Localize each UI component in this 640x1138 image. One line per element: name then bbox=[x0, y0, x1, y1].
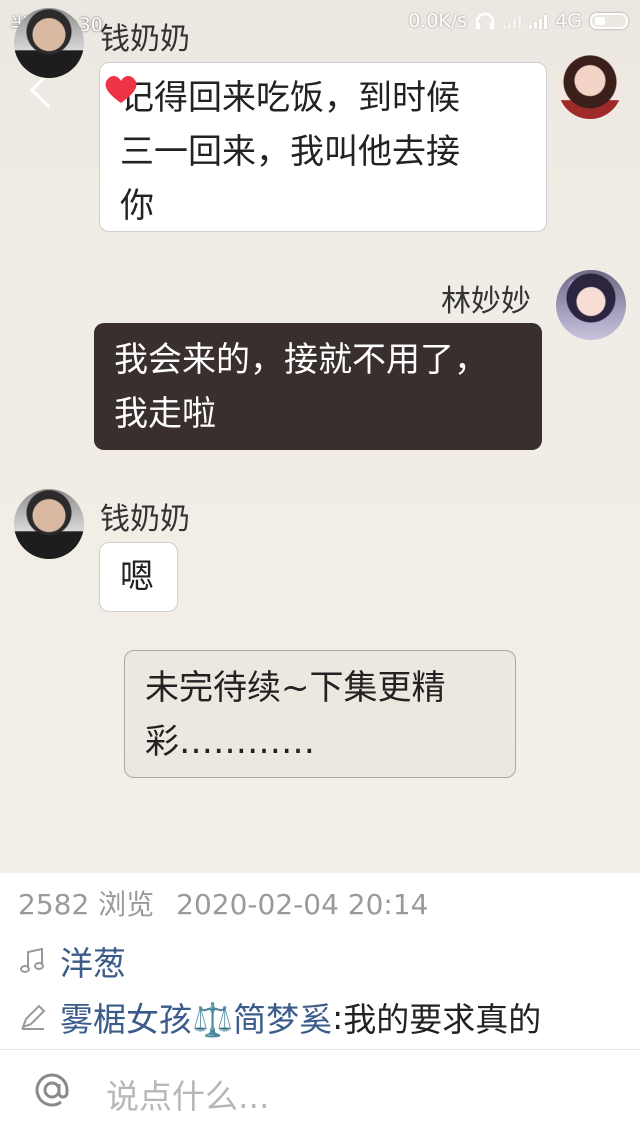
status-right: 0.0K/s 4G bbox=[408, 10, 628, 32]
music-note-icon bbox=[20, 947, 44, 973]
message-bubble-3[interactable]: 嗯 bbox=[99, 542, 178, 612]
view-count: 2582 浏览 bbox=[18, 888, 155, 921]
to-be-continued-note: 未完待续~下集更精 彩………… bbox=[124, 650, 516, 778]
status-bar: 半夜12:30 0.0K/s 4G bbox=[0, 0, 640, 44]
avatar-qian-nainai[interactable] bbox=[14, 489, 84, 559]
comment-author[interactable]: 雾椐女孩⚖️简梦奚 bbox=[60, 993, 332, 1041]
message-bubble-1[interactable]: 记得回来吃饭，到时候 三一回来，我叫他去接 你 bbox=[99, 62, 547, 232]
comment-row[interactable]: 雾椐女孩⚖️简梦奚: 我的要求真的 bbox=[18, 993, 541, 1041]
pencil-icon bbox=[21, 1004, 46, 1030]
sender-name: 林妙妙 bbox=[441, 284, 531, 319]
message-bubble-2[interactable]: 我会来的，接就不用了， 我走啦 bbox=[94, 323, 542, 450]
signal-2-icon bbox=[529, 13, 548, 29]
battery-icon bbox=[590, 13, 628, 29]
post-footer: 2582 浏览 2020-02-04 20:14 洋葱 雾椐女孩⚖️简梦奚: 我的… bbox=[0, 873, 640, 1138]
comment-separator: : bbox=[332, 997, 344, 1037]
avatar-qian-nainai[interactable] bbox=[14, 8, 84, 78]
message-line: 你 bbox=[120, 186, 154, 226]
music-title[interactable]: 洋葱 bbox=[60, 937, 126, 985]
message-line: 三一回来，我叫他去接 bbox=[120, 132, 460, 172]
comment-text: 我的要求真的 bbox=[343, 1000, 542, 1039]
chat-area: 半夜12:30 0.0K/s 4G 钱奶奶 记得回来吃饭，到时候 三一回来，我叫… bbox=[0, 0, 640, 873]
avatar-lin-miaomiao[interactable] bbox=[556, 270, 626, 340]
note-line: 未完待续~下集更精 bbox=[145, 668, 446, 708]
message-line: 我会来的，接就不用了， bbox=[114, 340, 488, 380]
avatar-viewer[interactable] bbox=[558, 55, 622, 119]
comment-input[interactable]: 说点什么... bbox=[106, 1070, 269, 1118]
post-datetime: 2020-02-04 20:14 bbox=[176, 888, 429, 921]
comment-input-bar[interactable]: 说点什么... bbox=[0, 1050, 640, 1138]
at-icon[interactable] bbox=[32, 1070, 72, 1110]
net-speed: 0.0K/s bbox=[408, 10, 468, 32]
message-line: 我走啦 bbox=[114, 394, 216, 434]
note-line: 彩………… bbox=[145, 722, 315, 762]
headphone-icon bbox=[475, 12, 495, 29]
heart-icon[interactable] bbox=[103, 73, 139, 105]
sender-name: 钱奶奶 bbox=[100, 22, 190, 57]
message-line: 嗯 bbox=[120, 557, 154, 597]
post-meta: 2582 浏览 2020-02-04 20:14 bbox=[18, 883, 429, 923]
message-line: 记得回来吃饭，到时候 bbox=[120, 78, 460, 118]
sender-name: 钱奶奶 bbox=[100, 502, 190, 537]
music-row[interactable]: 洋葱 bbox=[18, 937, 126, 985]
signal-1-icon bbox=[503, 13, 522, 29]
network-type: 4G bbox=[555, 10, 582, 32]
